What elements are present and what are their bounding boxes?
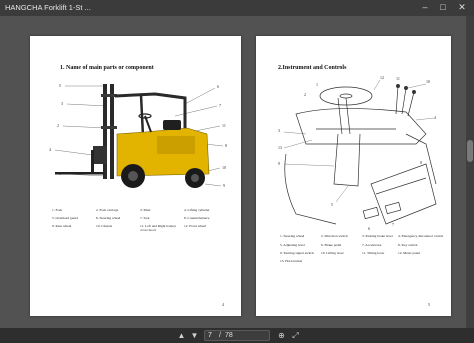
legend-item: 1. Steering wheel — [280, 234, 305, 238]
svg-text:4: 4 — [49, 147, 51, 152]
legend-item: 13. Horn button — [280, 259, 303, 263]
bottom-toolbar: ▲ ▼ / 78 ⊕ ⤢ — [0, 328, 474, 343]
svg-text:6: 6 — [368, 226, 370, 231]
svg-text:9: 9 — [223, 183, 225, 188]
legend-item: 12. Front wheel — [184, 224, 207, 228]
zoom-in-icon[interactable]: ⊕ — [276, 330, 287, 341]
scrollbar-track[interactable] — [466, 16, 474, 328]
svg-text:5: 5 — [331, 202, 333, 207]
svg-text:8: 8 — [420, 160, 422, 165]
left-parts-legend: 1. Fork 2. Fork carriage 3. Mast 4. Lift… — [52, 208, 237, 240]
legend-item: 8. Counterbalance — [184, 216, 210, 220]
legend-item: 6. Brake pedal — [321, 243, 342, 247]
svg-text:3: 3 — [61, 101, 63, 106]
current-page-input[interactable] — [208, 331, 218, 340]
legend-item: 2. Direction switch — [321, 234, 348, 238]
document-viewer[interactable]: 1. Name of main parts or component 5 3 2… — [0, 16, 474, 328]
legend-item: 8. Key switch — [398, 243, 418, 247]
left-page-heading: 1. Name of main parts or component — [60, 65, 154, 71]
svg-text:10: 10 — [426, 79, 430, 84]
right-page-heading: 2.Instrument and Controls — [278, 65, 347, 71]
legend-item: 4. Emergency disconnect switch — [398, 234, 444, 238]
svg-text:2: 2 — [57, 123, 59, 128]
legend-item: 12. Meter panel — [398, 251, 421, 255]
svg-text:6: 6 — [217, 84, 219, 89]
legend-item: 1. Fork — [52, 208, 63, 212]
svg-text:13: 13 — [278, 145, 282, 150]
page-separator: / — [219, 331, 221, 339]
legend-item: 4. Lifting cylinder — [184, 208, 210, 212]
title-bar: HANGCHA Forklift 1-St ... – □ ✕ — [0, 0, 474, 16]
previous-page-button[interactable]: ▲ — [176, 330, 187, 341]
legend-item: 10. Lifting lever — [321, 251, 344, 255]
page-left: 1. Name of main parts or component 5 3 2… — [30, 36, 241, 316]
svg-text:11: 11 — [222, 123, 226, 128]
legend-item: 3. Parking brake lever — [362, 234, 393, 238]
controls-diagram: 3 13 9 4 10 12 5 6 7 8 1 2 11 — [278, 75, 437, 231]
right-controls-legend: 1. Steering wheel 2. Direction switch 3.… — [280, 234, 448, 268]
svg-text:11: 11 — [396, 76, 400, 81]
scrollbar-thumb[interactable] — [467, 140, 473, 162]
svg-text:7: 7 — [219, 103, 221, 108]
svg-text:12: 12 — [380, 75, 384, 80]
legend-item: 5. Overhead guard — [52, 216, 78, 220]
svg-text:8: 8 — [225, 143, 227, 148]
left-page-number: 4 — [222, 302, 224, 307]
right-page-number: 5 — [428, 302, 430, 307]
window-title: HANGCHA Forklift 1-St ... — [5, 3, 91, 12]
svg-text:4: 4 — [434, 115, 436, 120]
svg-text:2: 2 — [304, 92, 306, 97]
svg-text:9: 9 — [278, 161, 280, 166]
svg-text:10: 10 — [222, 165, 226, 170]
page-right: 2.Instrument and Controls 3 13 9 4 10 12… — [256, 36, 451, 316]
legend-item: 9. Rear wheel — [52, 224, 72, 228]
legend-item: 9. Turning signal switch — [280, 251, 314, 255]
legend-item: 2. Fork carriage — [96, 208, 119, 212]
svg-text:1: 1 — [59, 171, 61, 176]
page-indicator: / 78 — [204, 330, 270, 341]
legend-item: 11. Tilting lever — [362, 251, 385, 255]
fit-page-icon[interactable]: ⤢ — [290, 330, 301, 341]
close-button[interactable]: ✕ — [455, 1, 469, 14]
legend-item: 7. Seat — [140, 216, 150, 220]
svg-text:3: 3 — [278, 128, 280, 133]
svg-text:7: 7 — [392, 222, 394, 227]
legend-item: 7. Accelerator — [362, 243, 382, 247]
next-page-button[interactable]: ▼ — [189, 330, 200, 341]
total-pages: 78 — [225, 331, 233, 339]
svg-text:5: 5 — [59, 83, 61, 88]
legend-item: 11. Left and Right battery cover hood — [140, 224, 177, 232]
svg-text:1: 1 — [316, 82, 318, 87]
legend-item: 3. Mast — [140, 208, 151, 212]
legend-item: 5. Adjusting lever — [280, 243, 305, 247]
minimize-button[interactable]: – — [418, 1, 432, 14]
maximize-button[interactable]: □ — [436, 1, 450, 14]
forklift-diagram: 5 3 2 4 1 6 7 11 8 10 9 — [49, 83, 227, 188]
legend-item: 6. Steering wheel — [96, 216, 121, 220]
legend-item: 10. Chassis — [96, 224, 112, 228]
